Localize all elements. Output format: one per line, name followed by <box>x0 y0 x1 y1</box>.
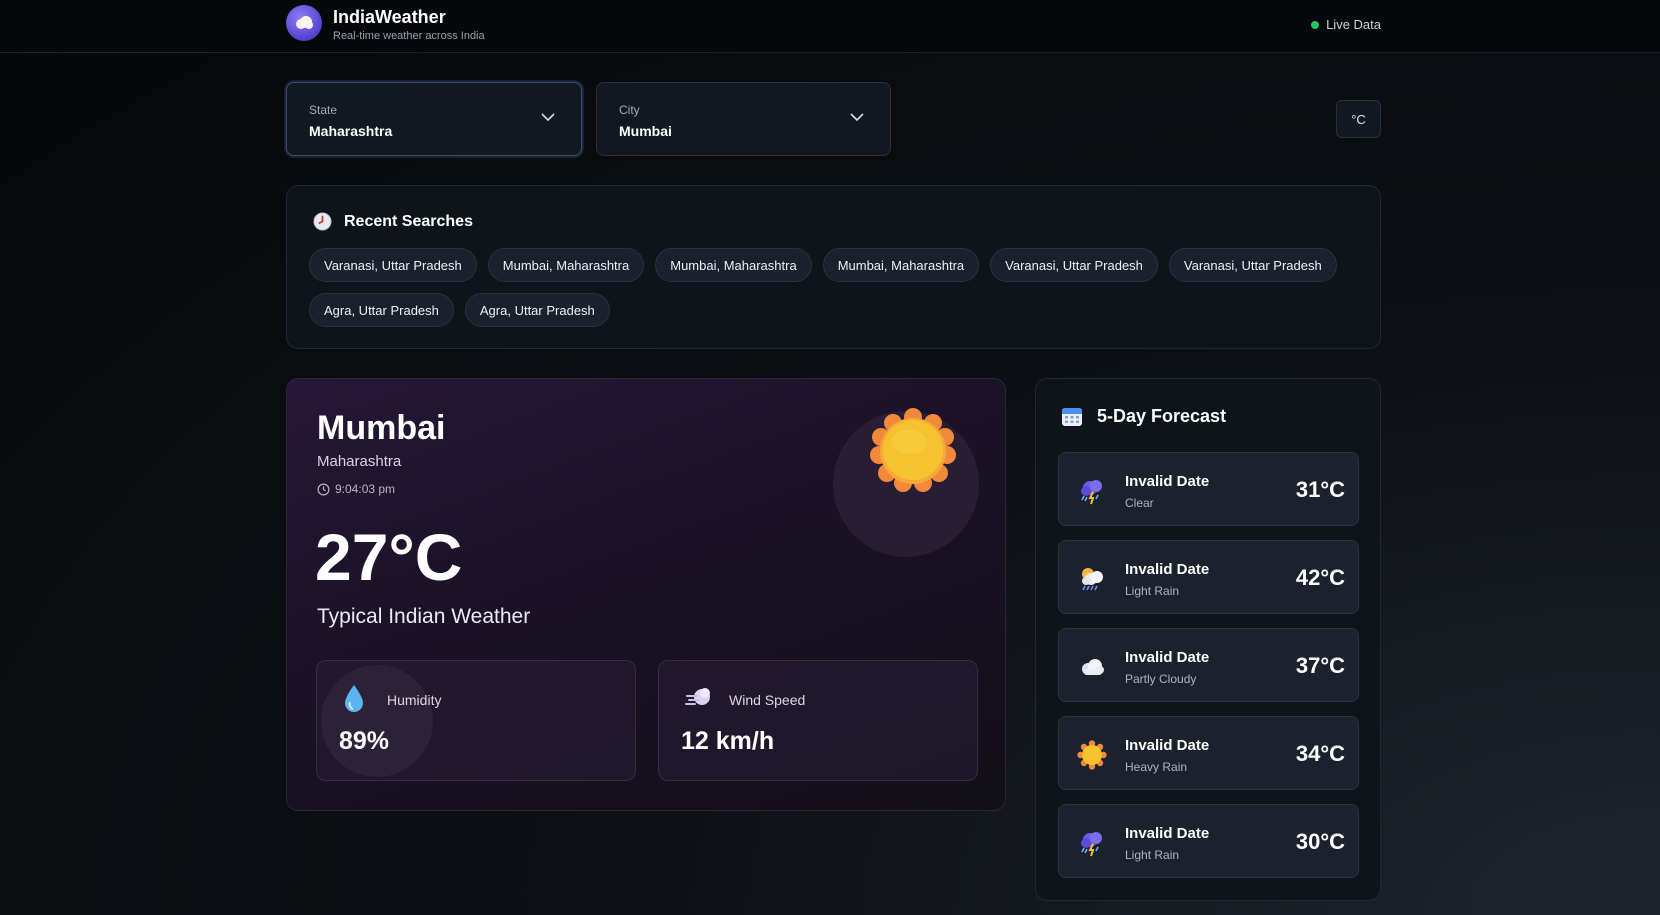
clock-icon <box>313 212 332 231</box>
thunderstorm-icon <box>1081 832 1102 857</box>
forecast-temp: 37°C <box>1295 653 1345 678</box>
brand-title: IndiaWeather <box>333 7 446 27</box>
recent-search-chip[interactable]: Agra, Uttar Pradesh <box>464 293 610 327</box>
brand-subtitle: Real-time weather across India <box>333 30 485 42</box>
recent-search-list: Varanasi, Uttar Pradesh Mumbai, Maharash… <box>309 248 1349 327</box>
chevron-down-icon <box>850 113 864 122</box>
forecast-temp: 30°C <box>1295 829 1345 854</box>
city-select[interactable]: City Mumbai <box>596 82 891 156</box>
forecast-header: 5-Day Forecast <box>1061 405 1226 427</box>
forecast-date: Invalid Date <box>1125 473 1210 490</box>
weather-visual <box>833 401 979 557</box>
calendar-icon <box>1062 408 1082 426</box>
forecast-day: Invalid Date Partly Cloudy 37°C <box>1058 628 1359 702</box>
recent-searches-header: Recent Searches <box>313 212 473 231</box>
humidity-label: Humidity <box>387 692 442 708</box>
forecast-list: Invalid Date Clear 31°C Invalid Date Lig… <box>1058 452 1359 892</box>
city-select-value: Mumbai <box>619 123 672 139</box>
wind-label: Wind Speed <box>729 692 806 708</box>
current-weather-card: Mumbai Maharashtra 9:04:03 pm 27°C Typic… <box>286 378 1006 811</box>
live-label: Live Data <box>1326 17 1381 32</box>
city-name: Mumbai <box>317 409 446 447</box>
chevron-down-icon <box>541 113 555 122</box>
forecast-condition: Partly Cloudy <box>1125 672 1197 686</box>
forecast-date: Invalid Date <box>1125 561 1210 578</box>
wind-card: Wind Speed 12 km/h <box>658 660 978 781</box>
recent-search-chip[interactable]: Varanasi, Uttar Pradesh <box>990 248 1158 282</box>
cloud-logo-icon <box>286 5 322 41</box>
local-time-value: 9:04:03 pm <box>335 482 396 496</box>
state-select-label: State <box>309 103 338 117</box>
unit-toggle-button[interactable]: °C <box>1336 100 1381 138</box>
cloud-icon <box>1082 659 1104 675</box>
state-select[interactable]: State Maharashtra <box>286 82 582 156</box>
sun-icon <box>870 408 956 492</box>
forecast-day: Invalid Date Light Rain 42°C <box>1058 540 1359 614</box>
recent-search-chip[interactable]: Agra, Uttar Pradesh <box>309 293 454 327</box>
forecast-day: Invalid Date Heavy Rain 34°C <box>1058 716 1359 790</box>
clock-icon <box>317 483 330 495</box>
forecast-date: Invalid Date <box>1125 737 1210 754</box>
recent-search-chip[interactable]: Varanasi, Uttar Pradesh <box>309 248 477 282</box>
forecast-condition: Heavy Rain <box>1125 760 1188 774</box>
forecast-panel: 5-Day Forecast Invalid Date Clear 31°C I… <box>1035 378 1381 901</box>
forecast-condition: Light Rain <box>1125 584 1180 598</box>
forecast-temp: 42°C <box>1295 565 1345 590</box>
recent-searches-title: Recent Searches <box>344 212 473 230</box>
forecast-temp: 31°C <box>1295 477 1345 502</box>
recent-searches-panel: Recent Searches Varanasi, Uttar Pradesh … <box>286 185 1381 349</box>
thunderstorm-icon <box>1081 480 1102 505</box>
forecast-temp: 34°C <box>1295 741 1345 766</box>
humidity-card: Humidity 89% <box>316 660 636 781</box>
state-select-value: Maharashtra <box>309 123 393 139</box>
state-name: Maharashtra <box>317 453 402 470</box>
weather-description: Typical Indian Weather <box>317 605 531 628</box>
recent-search-chip[interactable]: Mumbai, Maharashtra <box>655 248 812 282</box>
forecast-day: Invalid Date Clear 31°C <box>1058 452 1359 526</box>
local-time: 9:04:03 pm <box>317 482 395 496</box>
city-select-label: City <box>619 103 640 117</box>
humidity-value: 89% <box>339 727 390 755</box>
sun-rain-cloud-icon <box>1082 568 1103 591</box>
forecast-condition: Light Rain <box>1125 848 1180 862</box>
wind-value: 12 km/h <box>681 727 775 755</box>
forecast-title: 5-Day Forecast <box>1097 405 1227 426</box>
sun-icon <box>1077 740 1107 770</box>
forecast-date: Invalid Date <box>1125 825 1210 842</box>
water-drop-icon <box>345 685 363 712</box>
live-dot-icon <box>1311 20 1320 29</box>
forecast-day: Invalid Date Light Rain 30°C <box>1058 804 1359 878</box>
recent-search-chip[interactable]: Varanasi, Uttar Pradesh <box>1168 248 1337 282</box>
live-indicator: Live Data <box>1311 17 1381 32</box>
recent-search-chip[interactable]: Mumbai, Maharashtra <box>487 248 645 282</box>
forecast-condition: Clear <box>1125 496 1154 510</box>
humidity-halo <box>321 665 433 777</box>
forecast-date: Invalid Date <box>1125 649 1210 666</box>
current-temperature: 27°C <box>315 520 463 594</box>
wind-icon <box>685 688 710 705</box>
recent-search-chip[interactable]: Mumbai, Maharashtra <box>822 248 980 282</box>
app-header: IndiaWeather Real-time weather across In… <box>0 0 1660 53</box>
